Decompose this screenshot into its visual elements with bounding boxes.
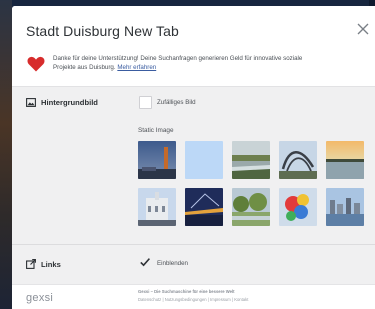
modal-title: Stadt Duisburg New Tab	[26, 23, 179, 39]
footer-link-terms[interactable]: Nutzungsbedingungen	[165, 297, 207, 302]
show-links-checkbox[interactable]	[139, 256, 151, 268]
footer-links: Datenschutz | Nutzungsbedingungen | Impr…	[138, 297, 248, 302]
thumbnail-harbor-skyline[interactable]	[326, 188, 364, 226]
gexsi-logo: gexsi	[26, 292, 54, 304]
footer-link-contact[interactable]: Kontakt	[234, 297, 248, 302]
external-link-icon	[26, 259, 36, 269]
random-image-checkbox[interactable]	[139, 96, 152, 109]
settings-panel: Hintergrundbild Zufälliges Bild Static I…	[12, 86, 375, 284]
thumbnail-city-hall[interactable]	[138, 188, 176, 226]
modal-footer: gexsi Gexsi – Die Suchmaschine für eine …	[12, 284, 375, 309]
thanks-message: Danke für deine Unterstützung! Deine Suc…	[53, 54, 303, 72]
image-icon	[26, 98, 36, 107]
background-wallpaper	[0, 0, 12, 309]
thanks-text: Danke für deine Unterstützung! Deine Suc…	[53, 55, 303, 71]
footer-link-imprint[interactable]: Impressum	[210, 297, 231, 302]
footer-tagline: Gexsi – Die Suchmaschine für eine besser…	[138, 289, 235, 294]
background-label: Hintergrundbild	[41, 98, 98, 107]
heart-icon	[27, 56, 45, 72]
thumbnail-plain-light-blue[interactable]	[185, 141, 223, 179]
show-links-label: Einblenden	[157, 260, 188, 267]
settings-modal: Stadt Duisburg New Tab Danke für deine U…	[12, 6, 375, 309]
thumbnail-park-greenery[interactable]	[232, 188, 270, 226]
thumbnail-colorful-sculpture[interactable]	[279, 188, 317, 226]
section-divider	[12, 244, 375, 245]
links-label: Links	[41, 259, 61, 269]
footer-link-privacy[interactable]: Datenschutz	[138, 297, 161, 302]
random-image-label: Zufälliges Bild	[157, 99, 196, 106]
thumbnail-bridge-night[interactable]	[185, 188, 223, 226]
close-icon[interactable]	[355, 21, 371, 37]
background-section-label: Hintergrundbild	[26, 98, 98, 107]
static-image-label: Static Image	[138, 127, 174, 134]
links-section-label: Links	[26, 259, 61, 269]
thumbnail-sunset-river[interactable]	[326, 141, 364, 179]
learn-more-link[interactable]: Mehr erfahren	[117, 64, 156, 71]
thumbnail-tiger-turtle-sculpture[interactable]	[279, 141, 317, 179]
thumbnail-grid	[138, 141, 364, 226]
modal-header: Stadt Duisburg New Tab Danke für deine U…	[12, 6, 375, 86]
thumbnail-tower-dusk[interactable]	[138, 141, 176, 179]
thumbnail-park-lake[interactable]	[232, 141, 270, 179]
